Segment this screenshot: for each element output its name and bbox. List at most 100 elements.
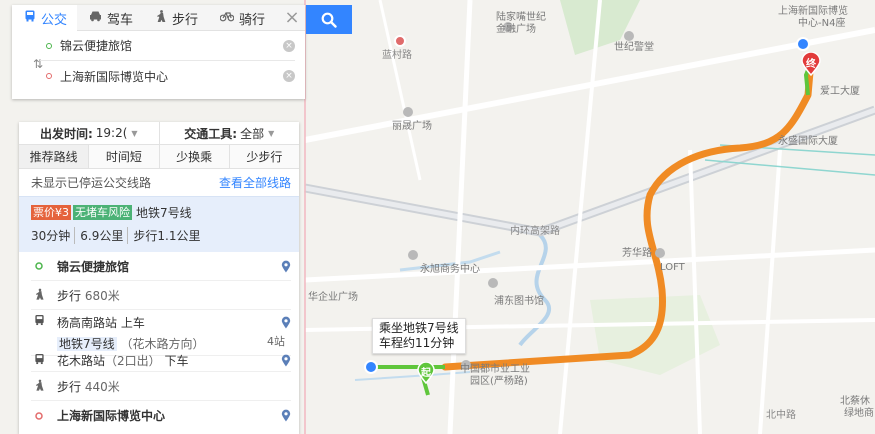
- start-marker-icon[interactable]: 起: [417, 361, 435, 385]
- transport-value: 全部: [240, 126, 265, 141]
- step-start-name: 锦云便捷旅馆: [57, 259, 130, 274]
- map-label: 浦东图书馆: [494, 296, 544, 307]
- plan-walk: 步行1.1公里: [127, 227, 200, 244]
- map-label: 上海新国际博览: [778, 6, 848, 17]
- start-input[interactable]: 锦云便捷旅馆: [60, 37, 283, 54]
- tab-label: 骑行: [239, 12, 266, 28]
- map-label: 丽晟广场: [392, 121, 432, 132]
- bus-stop-icon[interactable]: [796, 37, 810, 51]
- tab-bike[interactable]: 骑行: [208, 5, 275, 31]
- close-icon[interactable]: ×: [279, 5, 305, 30]
- route-steps: 锦云便捷旅馆 步行 680米 杨高南路站 上车 地铁7号线 （花木路方向） 4站…: [19, 252, 299, 430]
- step-alight[interactable]: 花木路站（2口出） 下车: [31, 350, 291, 372]
- map-label: LOFT: [660, 262, 685, 273]
- map-label: 内环高架路: [510, 226, 560, 237]
- end-field[interactable]: 上海新国际博览中心 ×: [40, 61, 295, 91]
- tab-drive[interactable]: 驾车: [77, 5, 143, 31]
- walk-distance: 680米: [84, 288, 120, 303]
- bus-icon: [24, 10, 36, 26]
- car-icon: [89, 10, 102, 26]
- map-label: 蓝村路: [382, 50, 412, 61]
- step-end-name: 上海新国际博览中心: [57, 409, 166, 423]
- start-field[interactable]: 锦云便捷旅馆 ×: [40, 31, 295, 61]
- transport-select[interactable]: 交通工具: 全部 ▼: [158, 122, 300, 144]
- metro-line-direction: （花木路方向）: [120, 337, 205, 351]
- notice-text: 未显示已停运公交线路: [31, 176, 152, 190]
- clear-start-icon[interactable]: ×: [283, 39, 295, 52]
- tab-label: 步行: [172, 12, 199, 28]
- map-label: 绿地商: [844, 408, 874, 419]
- step-metro-text: 杨高南路站 上车 地铁7号线 （花木路方向）: [57, 314, 281, 352]
- poi-icon: [408, 250, 418, 260]
- end-marker-icon[interactable]: 终: [801, 51, 821, 77]
- chevron-down-icon: ▼: [268, 128, 275, 138]
- step-walk-text: 步行 680米: [57, 287, 291, 304]
- chevron-down-icon: ▼: [131, 128, 138, 138]
- map-label: 中心-N4座: [798, 18, 846, 29]
- plan-line-name: 地铁7号线: [136, 205, 192, 220]
- route-search-panel: 公交 驾车 步行 骑行 × ⇅ 锦云便捷旅馆 × 上海新国际博览中心 ×: [12, 5, 305, 99]
- tab-label: 驾车: [107, 12, 134, 28]
- map-label: 中国都市业工业: [460, 364, 530, 375]
- locate-icon[interactable]: [281, 260, 291, 273]
- step-start[interactable]: 锦云便捷旅馆: [31, 252, 291, 281]
- metro-icon: [31, 314, 47, 329]
- map-label: 世纪警堂: [614, 42, 654, 53]
- search-icon: [321, 12, 337, 28]
- clear-end-icon[interactable]: ×: [283, 70, 295, 82]
- walk-prefix: 步行: [57, 288, 82, 303]
- bike-icon: [219, 10, 235, 26]
- pref-fewer-transfers[interactable]: 少换乘: [158, 145, 229, 168]
- bus-stop-icon[interactable]: [364, 360, 378, 374]
- depart-time-select[interactable]: 出发时间: 19:2( ▼: [19, 122, 159, 144]
- end-marker-label: 终: [806, 59, 816, 70]
- map-label: 永盛国际大厦: [778, 136, 838, 147]
- view-all-lines-link[interactable]: 查看全部线路: [219, 174, 291, 191]
- preference-tabs: 推荐路线 时间短 少换乘 少步行: [19, 145, 299, 169]
- route-result-panel: 出发时间: 19:2( ▼ 交通工具: 全部 ▼ 推荐路线 时间短 少换乘 少步…: [19, 122, 299, 434]
- step-end[interactable]: 上海新国际博览中心: [31, 401, 291, 430]
- pref-less-walking[interactable]: 少步行: [228, 145, 299, 168]
- locate-icon[interactable]: [281, 316, 291, 329]
- locate-icon[interactable]: [281, 409, 291, 422]
- options-row: 出发时间: 19:2( ▼ 交通工具: 全部 ▼: [19, 122, 299, 145]
- locate-icon[interactable]: [281, 354, 291, 367]
- route-tooltip: 乘坐地铁7号线 车程约11分钟: [372, 318, 466, 354]
- tab-walk[interactable]: 步行: [143, 5, 208, 31]
- pref-recommended[interactable]: 推荐路线: [19, 145, 89, 168]
- map-label: 北中路: [766, 410, 796, 421]
- step-alight-text: 花木路站（2口出） 下车: [57, 352, 281, 369]
- map-label: 金融广场: [496, 24, 536, 35]
- map-label: 永旭商务中心: [420, 264, 480, 275]
- search-button[interactable]: [306, 5, 352, 34]
- step-walk-1[interactable]: 步行 680米: [31, 281, 291, 310]
- plan-distance: 6.9公里: [74, 227, 123, 244]
- end-input[interactable]: 上海新国际博览中心: [60, 68, 283, 85]
- travel-mode-tabs: 公交 驾车 步行 骑行 ×: [12, 5, 305, 31]
- walk-prefix: 步行: [57, 379, 82, 394]
- step-walk-2[interactable]: 步行 440米: [31, 372, 291, 401]
- route-plan-summary[interactable]: 票价¥3 无堵车风险 地铁7号线 30分钟 6.9公里 步行1.1公里: [19, 196, 299, 252]
- step-walk-text: 步行 440米: [57, 378, 291, 395]
- metro-line-name[interactable]: 地铁7号线: [57, 337, 117, 351]
- end-point-icon: [46, 73, 52, 79]
- stop-count: 4站: [267, 335, 285, 348]
- map-label: 芳华路: [622, 248, 652, 259]
- depart-time-value: 19:2(: [95, 126, 128, 140]
- start-marker-label: 起: [421, 368, 431, 379]
- depart-time-label: 出发时间:: [39, 126, 93, 141]
- map-label: 爱工大厦: [820, 86, 860, 97]
- metro-icon: [31, 353, 47, 368]
- plan-duration: 30分钟: [31, 229, 71, 243]
- start-point-icon: [31, 259, 47, 273]
- alight-exit: （2口出）: [105, 354, 161, 368]
- alight-station: 花木路站: [57, 354, 106, 368]
- tooltip-duration: 车程约11分钟: [379, 336, 455, 350]
- map-label: 北蔡休: [840, 396, 870, 407]
- price-badge: 票价¥3: [31, 204, 71, 220]
- end-point-icon: [31, 409, 47, 423]
- map-label: 华企业广场: [308, 292, 358, 303]
- tab-bus[interactable]: 公交: [12, 5, 78, 31]
- pref-shortest-time[interactable]: 时间短: [88, 145, 158, 168]
- tooltip-line: 乘坐地铁7号线: [379, 321, 459, 335]
